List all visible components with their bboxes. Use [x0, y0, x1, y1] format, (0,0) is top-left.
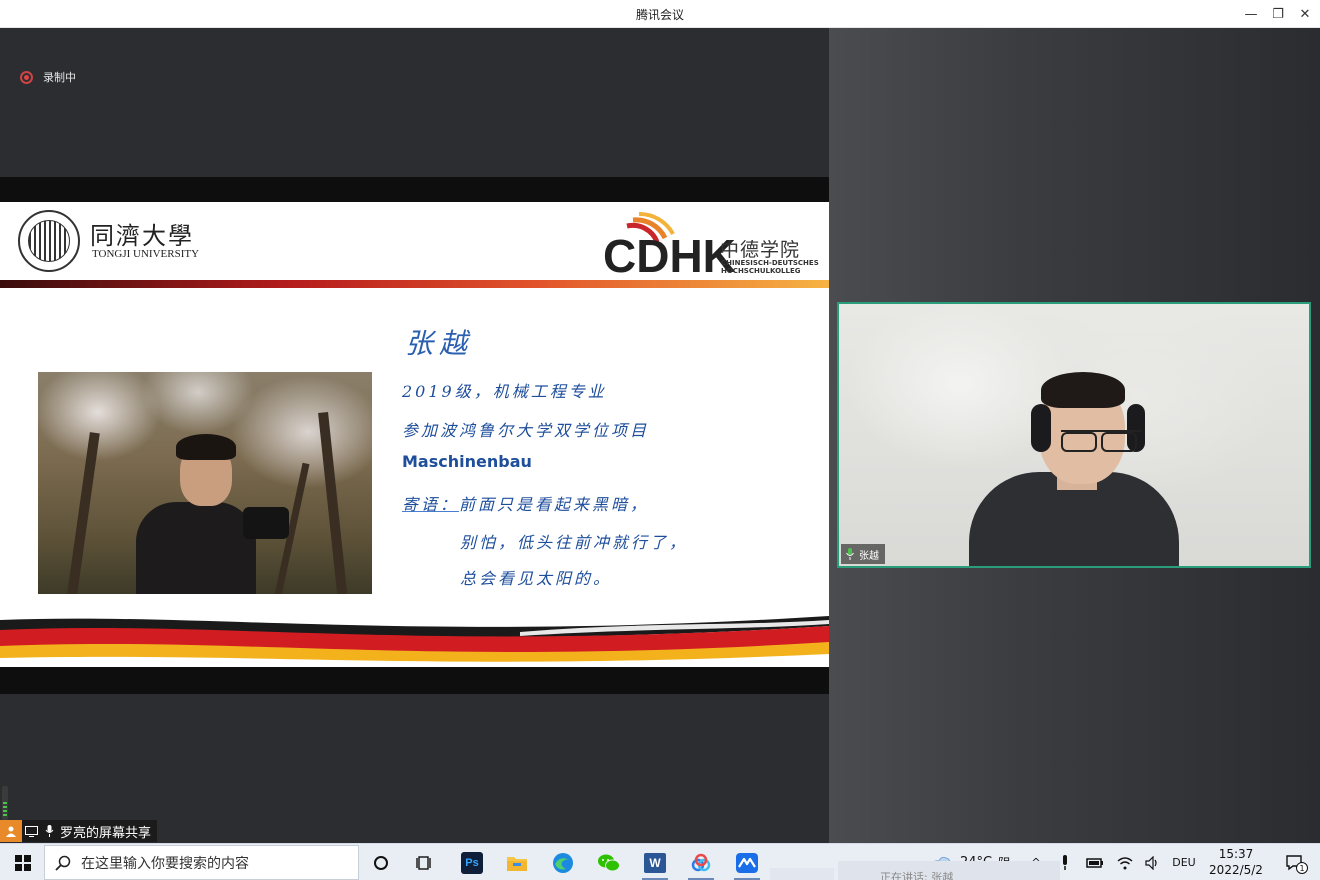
participant-name-tag: 张越 [841, 544, 885, 564]
taskbar-clock[interactable]: 15:37 2022/5/2 [1204, 846, 1268, 878]
minimize-button[interactable]: — [1236, 0, 1266, 28]
search-placeholder: 在这里输入你要搜索的内容 [81, 855, 249, 872]
tray-volume-button[interactable] [1142, 844, 1164, 880]
university-name-en: TONGJI UNIVERSITY [92, 248, 200, 260]
cortana-icon [374, 855, 388, 870]
edge-icon [553, 852, 573, 873]
participant-name: 张越 [859, 550, 879, 562]
headset-icon [1031, 404, 1051, 452]
windows-logo-icon [15, 854, 31, 871]
notification-count: 1 [1296, 862, 1308, 874]
word-icon: W [644, 852, 666, 873]
wechat-icon [598, 854, 620, 871]
baidu-netdisk-icon [691, 853, 711, 871]
clock-date: 2022/5/2 [1209, 863, 1263, 877]
word-button[interactable]: W [632, 844, 678, 880]
university-name-cn: 同濟大學 [90, 222, 194, 250]
slide-footer-waves [0, 612, 829, 667]
file-explorer-icon [507, 856, 527, 871]
volume-icon [1145, 855, 1157, 870]
clock-time: 15:37 [1218, 847, 1254, 861]
college-name-cn: 中德学院 [720, 239, 801, 261]
screen-share-area: 录制中 同濟大學 TONGJI UNIVERSITY CDHK 中德学院 CHI… [0, 28, 829, 843]
windows-start-button[interactable] [0, 844, 46, 880]
message-label: 寄语： [402, 495, 460, 514]
slide-line-message-2: 别怕，低头往前冲就行了， [460, 533, 689, 552]
slide-frame: 同濟大學 TONGJI UNIVERSITY CDHK 中德学院 CHINESI… [0, 177, 829, 694]
speaking-indicator: 正在讲话: 张越 [838, 861, 1060, 880]
recording-label: 录制中 [43, 71, 76, 84]
file-explorer-button[interactable] [494, 844, 540, 880]
screen-share-icon [22, 820, 40, 842]
slide-line-message: 寄语：前面只是看起来黑暗， [402, 491, 649, 515]
record-icon [20, 70, 33, 84]
participant-video-tile[interactable]: 张越 [837, 302, 1311, 568]
window-title: 腾讯会议 [635, 8, 684, 22]
edge-button[interactable] [540, 844, 586, 880]
student-name: 张越 [405, 327, 474, 360]
cdhk-logo-text: CDHK [603, 230, 736, 276]
screen-share-label: 罗亮的屏幕共享 [60, 825, 152, 841]
battery-icon [1086, 857, 1103, 868]
audio-level-meter [2, 786, 8, 820]
camera-icon [243, 507, 289, 539]
presentation-slide: 同濟大學 TONGJI UNIVERSITY CDHK 中德学院 CHINESI… [0, 202, 829, 667]
tray-battery-button[interactable] [1084, 844, 1106, 880]
tencent-meeting-window: 腾讯会议 — ❐ ✕ 录制中 同濟大學 TONGJI UNIVERSITY CD… [0, 0, 1320, 880]
slide-line-major: 2019级，机械工程专业 [402, 382, 607, 401]
student-photo [38, 372, 372, 594]
message-text: 前面只是看起来黑暗， [459, 495, 650, 514]
tongji-seal-logo [18, 210, 80, 272]
slide-line-message-3: 总会看见太阳的。 [460, 569, 613, 588]
microphone-icon [40, 820, 58, 842]
task-view-icon [416, 855, 431, 870]
microphone-icon [1063, 854, 1067, 870]
user-icon [0, 820, 22, 842]
photoshop-icon: Ps [461, 851, 483, 874]
close-button[interactable]: ✕ [1290, 0, 1320, 28]
task-view-button[interactable] [402, 844, 448, 880]
slide-line-subject: Maschinenbau [402, 452, 532, 471]
recording-indicator[interactable]: 录制中 [20, 69, 76, 85]
wechat-button[interactable] [586, 844, 632, 880]
wifi-icon [1117, 856, 1133, 869]
title-bar: 腾讯会议 — ❐ ✕ [0, 0, 1320, 28]
tencent-meeting-icon [736, 852, 758, 873]
baidu-netdisk-button[interactable] [678, 844, 724, 880]
header-gradient-line [0, 280, 829, 288]
cortana-button[interactable] [358, 844, 404, 880]
college-name-de-1: CHINESISCH-DEUTSCHES [721, 259, 819, 267]
ghost-popup-faded [770, 868, 834, 880]
tray-wifi-button[interactable] [1114, 844, 1136, 880]
microphone-icon [846, 548, 854, 560]
slide-line-program: 参加波鸿鲁尔大学双学位项目 [402, 421, 650, 440]
windows-taskbar: 在这里输入你要搜索的内容 Ps W DEU 15:37 2022/5/2 1 [0, 843, 1320, 880]
slide-header: 同濟大學 TONGJI UNIVERSITY CDHK 中德学院 CHINESI… [0, 202, 829, 288]
photoshop-button[interactable]: Ps [449, 844, 495, 880]
college-name-de-2: HOCHSCHULKOLLEG [721, 267, 801, 275]
screen-share-tag[interactable]: 罗亮的屏幕共享 [0, 820, 158, 842]
tencent-meeting-button[interactable] [724, 844, 770, 880]
search-icon [55, 855, 71, 871]
taskbar-search-input[interactable]: 在这里输入你要搜索的内容 [44, 845, 359, 880]
restore-button[interactable]: ❐ [1263, 0, 1293, 28]
language-indicator[interactable]: DEU [1168, 844, 1200, 880]
notification-center-button[interactable]: 1 [1278, 844, 1312, 880]
